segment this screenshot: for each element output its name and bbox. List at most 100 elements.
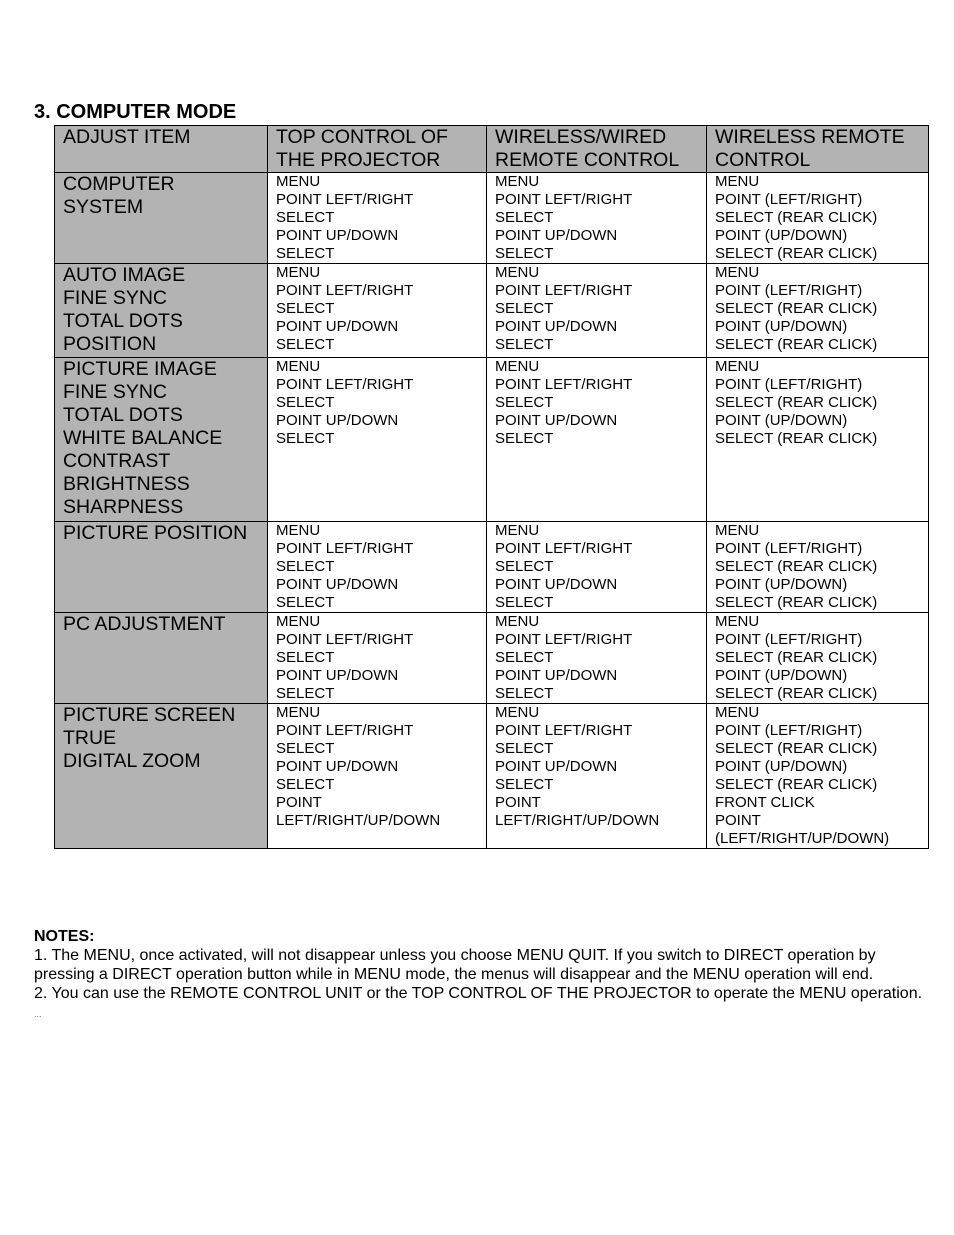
cell-line: SELECT bbox=[495, 558, 554, 575]
cell-line: MENU bbox=[276, 613, 321, 630]
cell-line: SELECT (REAR CLICK) bbox=[715, 245, 878, 262]
cell-line: SELECT (REAR CLICK) bbox=[715, 430, 878, 447]
cell-line: POINT LEFT/RIGHT bbox=[276, 282, 414, 299]
cell-line: POINT UP/DOWN bbox=[276, 667, 399, 684]
cell-line: SELECT bbox=[276, 336, 335, 353]
cell-line: SELECT bbox=[276, 740, 335, 757]
cell-line: POINT (LEFT/RIGHT) bbox=[715, 376, 863, 393]
cell-line: POINT UP/DOWN bbox=[495, 412, 618, 429]
top-control-cell: MENU POINT LEFT/RIGHT SELECT POINT UP/DOWN S… bbox=[267, 521, 487, 613]
adjust-item-cell: PICTURE POSITION bbox=[54, 521, 268, 613]
table-row: COMPUTER SYSTEM MENU POINT LEFT/RIGHT SELEC… bbox=[54, 172, 929, 264]
cell-line: TOTAL DOTS bbox=[63, 404, 183, 426]
cell-line: PICTURE SCREEN bbox=[63, 704, 236, 726]
cell-line: SELECT (REAR CLICK) bbox=[715, 336, 878, 353]
cell-line: SELECT bbox=[276, 245, 335, 262]
cell-line: POINT (UP/DOWN) bbox=[715, 318, 848, 335]
notes-section: NOTES: 1. The MENU, once activated, will… bbox=[34, 927, 924, 1024]
wireless-remote-cell: MENU POINT (LEFT/RIGHT) SELECT (REAR CLICK… bbox=[706, 172, 929, 264]
cell-line: SHARPNESS bbox=[63, 496, 184, 518]
cell-line: CONTRAST bbox=[63, 450, 171, 472]
cell-line: MENU bbox=[276, 704, 321, 721]
wired-remote-cell: MENU POINT LEFT/RIGHT SELECT POINT UP/DOWN S… bbox=[486, 172, 707, 264]
cell-line: CONTROL bbox=[715, 149, 811, 171]
cell-line: MENU bbox=[715, 704, 760, 721]
cell-line: SELECT (REAR CLICK) bbox=[715, 558, 878, 575]
wireless-remote-cell: MENU POINT (LEFT/RIGHT) SELECT (REAR CLICK… bbox=[706, 703, 929, 849]
cell-line: POINT bbox=[276, 794, 322, 811]
cell-line: POINT (UP/DOWN) bbox=[715, 667, 848, 684]
cell-line: SELECT (REAR CLICK) bbox=[715, 776, 878, 793]
wired-remote-cell: MENU POINT LEFT/RIGHT SELECT POINT UP/DOWN S… bbox=[486, 612, 707, 704]
table-header-row: ADJUST ITEM TOP CONTROL OF THE PROJECTOR … bbox=[54, 125, 929, 173]
cell-line: DIGITAL ZOOM bbox=[63, 750, 201, 772]
header-wired-remote: WIRELESS/WIRED REMOTE CONTROL bbox=[486, 125, 707, 173]
cell-line: MENU bbox=[495, 173, 540, 190]
wired-remote-cell: MENU POINT LEFT/RIGHT SELECT POINT UP/DOWN S… bbox=[486, 521, 707, 613]
table-row: PICTURE POSITION MENU POINT LEFT/RIGHT SEL… bbox=[54, 521, 929, 613]
cell-line: SELECT bbox=[495, 594, 554, 611]
cell-line: POINT LEFT/RIGHT bbox=[495, 540, 633, 557]
cell-line: FINE SYNC bbox=[63, 287, 168, 309]
cell-line: POINT (UP/DOWN) bbox=[715, 412, 848, 429]
cell-line: SELECT bbox=[495, 394, 554, 411]
adjust-item-cell: PICTURE SCREEN TRUE DIGITAL ZOOM bbox=[54, 703, 268, 849]
cell-line: SELECT (REAR CLICK) bbox=[715, 594, 878, 611]
cell-line: POINT (UP/DOWN) bbox=[715, 758, 848, 775]
cell-line: SELECT bbox=[276, 394, 335, 411]
cell-line: SELECT (REAR CLICK) bbox=[715, 300, 878, 317]
cell-line: MENU bbox=[715, 613, 760, 630]
cell-line: SELECT bbox=[276, 430, 335, 447]
top-control-cell: MENU POINT LEFT/RIGHT SELECT POINT UP/DOWN S… bbox=[267, 612, 487, 704]
cell-line: MENU bbox=[495, 522, 540, 539]
cell-line: SELECT (REAR CLICK) bbox=[715, 740, 878, 757]
cell-line: SYSTEM bbox=[63, 196, 144, 218]
cell-line: SELECT bbox=[276, 209, 335, 226]
wireless-remote-cell: MENU POINT (LEFT/RIGHT) SELECT (REAR CLICK… bbox=[706, 521, 929, 613]
cell-line: POINT (LEFT/RIGHT) bbox=[715, 631, 863, 648]
cell-line: POINT UP/DOWN bbox=[276, 758, 399, 775]
control-table: ADJUST ITEM TOP CONTROL OF THE PROJECTOR … bbox=[54, 125, 929, 849]
adjust-item-cell: AUTO IMAGE FINE SYNC TOTAL DOTS POSITION bbox=[54, 263, 268, 358]
cell-line: POINT bbox=[715, 812, 761, 829]
note-item: 2. You can use the REMOTE CONTROL UNIT o… bbox=[34, 984, 924, 1024]
cell-line: SELECT bbox=[495, 776, 554, 793]
cell-line: SELECT bbox=[495, 430, 554, 447]
cell-line: POINT LEFT/RIGHT bbox=[276, 722, 414, 739]
cell-line: MENU bbox=[715, 264, 760, 281]
cell-line: PC ADJUSTMENT bbox=[63, 613, 226, 635]
ellipsis-marker: ... bbox=[34, 1009, 42, 1019]
cell-line: POINT LEFT/RIGHT bbox=[495, 191, 633, 208]
header-top-control: TOP CONTROL OF THE PROJECTOR bbox=[267, 125, 487, 173]
cell-line: POINT LEFT/RIGHT bbox=[495, 376, 633, 393]
section-title: 3. COMPUTER MODE bbox=[34, 101, 237, 123]
table-row: PC ADJUSTMENT MENU POINT LEFT/RIGHT SELECT… bbox=[54, 612, 929, 704]
top-control-cell: MENU POINT LEFT/RIGHT SELECT POINT UP/DOWN S… bbox=[267, 172, 487, 264]
cell-line: POINT (LEFT/RIGHT) bbox=[715, 191, 863, 208]
cell-line: FRONT CLICK bbox=[715, 794, 815, 811]
adjust-item-cell: PC ADJUSTMENT bbox=[54, 612, 268, 704]
cell-line: TRUE bbox=[63, 727, 117, 749]
cell-line: POINT (UP/DOWN) bbox=[715, 227, 848, 244]
wireless-remote-cell: MENU POINT (LEFT/RIGHT) SELECT (REAR CLICK… bbox=[706, 263, 929, 358]
cell-line: POINT (UP/DOWN) bbox=[715, 576, 848, 593]
cell-line: POINT (LEFT/RIGHT) bbox=[715, 540, 863, 557]
cell-line: POINT UP/DOWN bbox=[495, 576, 618, 593]
cell-line: SELECT bbox=[495, 649, 554, 666]
cell-line: SELECT bbox=[495, 336, 554, 353]
cell-line: MENU bbox=[495, 264, 540, 281]
cell-line: MENU bbox=[276, 522, 321, 539]
cell-line: WHITE BALANCE bbox=[63, 427, 223, 449]
cell-line: SELECT bbox=[495, 209, 554, 226]
cell-line: SELECT bbox=[276, 558, 335, 575]
table-row: PICTURE IMAGE FINE SYNC TOTAL DOTS WHITE BA… bbox=[54, 357, 929, 522]
cell-line: COMPUTER bbox=[63, 173, 175, 195]
wireless-remote-cell: MENU POINT (LEFT/RIGHT) SELECT (REAR CLICK… bbox=[706, 357, 929, 522]
cell-line: SELECT (REAR CLICK) bbox=[715, 649, 878, 666]
cell-line: POINT bbox=[495, 794, 541, 811]
cell-line: PICTURE POSITION bbox=[63, 522, 248, 544]
cell-line: POSITION bbox=[63, 333, 157, 355]
wired-remote-cell: MENU POINT LEFT/RIGHT SELECT POINT UP/DOWN S… bbox=[486, 703, 707, 849]
cell-line: POINT UP/DOWN bbox=[495, 318, 618, 335]
cell-line: THE PROJECTOR bbox=[276, 149, 441, 171]
